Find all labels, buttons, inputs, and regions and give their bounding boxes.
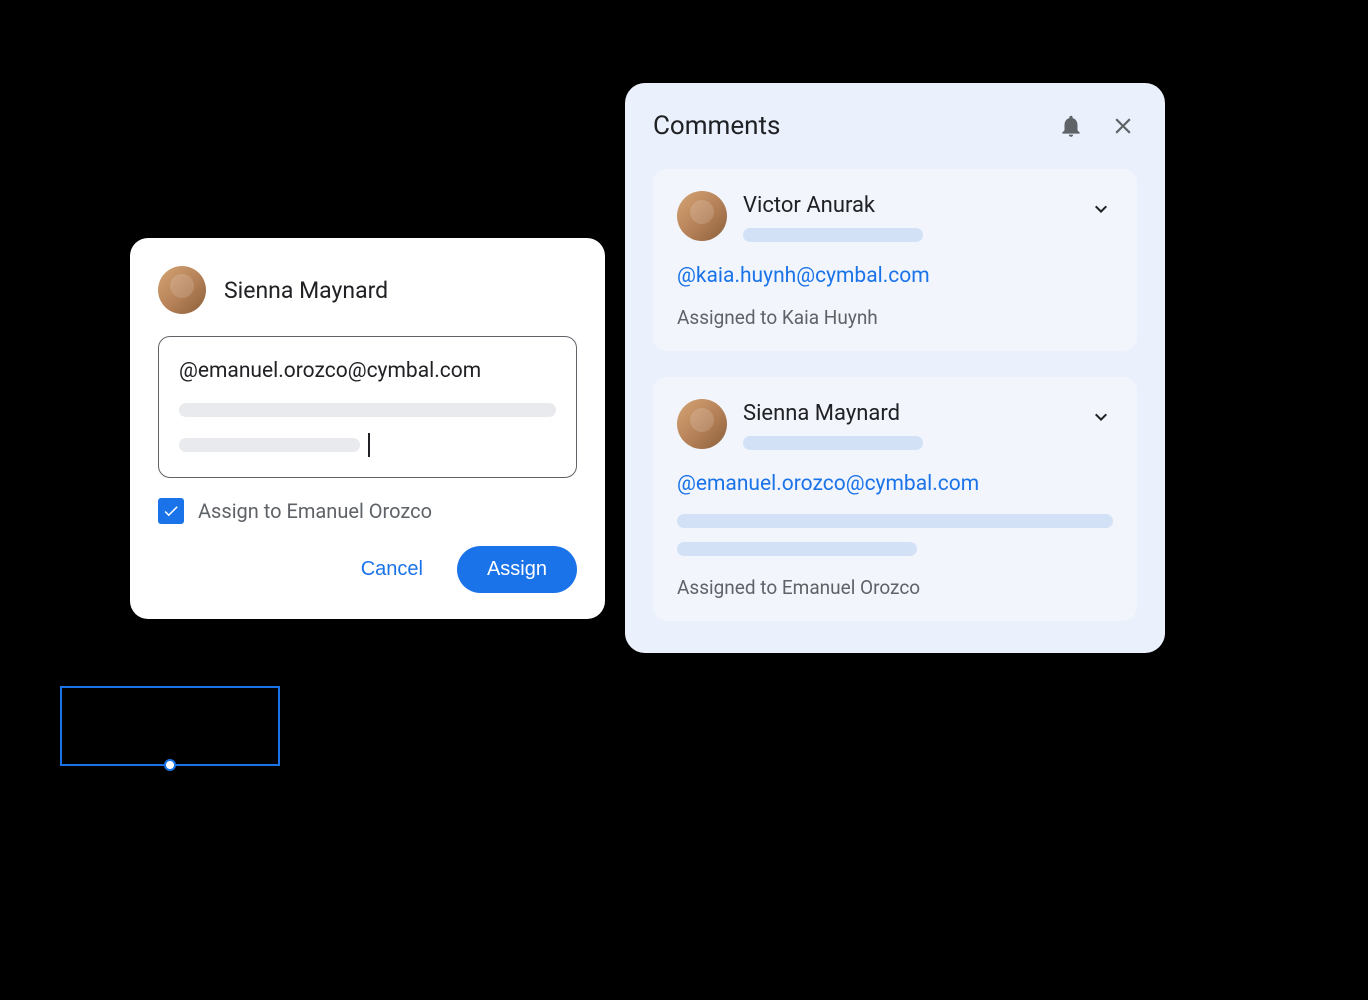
selection-rectangle xyxy=(60,686,280,766)
placeholder-line xyxy=(179,403,556,417)
placeholder-line xyxy=(743,436,923,450)
expand-button[interactable] xyxy=(1089,405,1113,429)
comment-author-name: Sienna Maynard xyxy=(743,401,1073,426)
placeholder-line xyxy=(677,514,1113,528)
assign-button[interactable]: Assign xyxy=(457,546,577,593)
compose-comment-card: Sienna Maynard @emanuel.orozco@cymbal.co… xyxy=(130,238,605,619)
comment-meta: Victor Anurak xyxy=(743,191,1073,242)
comment-card[interactable]: Sienna Maynard @emanuel.orozco@cymbal.co… xyxy=(653,377,1137,621)
avatar xyxy=(158,266,206,314)
check-icon xyxy=(162,502,180,520)
comment-header: Victor Anurak xyxy=(677,191,1113,242)
placeholder-line xyxy=(179,438,360,452)
comment-input[interactable]: @emanuel.orozco@cymbal.com xyxy=(158,336,577,478)
placeholder-line xyxy=(677,542,917,556)
mention-text: @emanuel.orozco@cymbal.com xyxy=(179,359,556,383)
compose-author-name: Sienna Maynard xyxy=(224,277,388,304)
assign-checkbox-label: Assign to Emanuel Orozco xyxy=(198,499,432,523)
chevron-down-icon xyxy=(1089,405,1113,429)
placeholder-line xyxy=(743,228,923,242)
text-cursor xyxy=(368,433,370,457)
notifications-button[interactable] xyxy=(1057,112,1085,140)
assigned-to-text: Assigned to Emanuel Orozco xyxy=(677,576,1113,599)
assign-checkbox-row[interactable]: Assign to Emanuel Orozco xyxy=(158,498,577,524)
mention-link[interactable]: @kaia.huynh@cymbal.com xyxy=(677,264,1113,288)
avatar xyxy=(677,191,727,241)
assign-checkbox[interactable] xyxy=(158,498,184,524)
comment-header: Sienna Maynard xyxy=(677,399,1113,450)
avatar xyxy=(677,399,727,449)
button-row: Cancel Assign xyxy=(158,546,577,593)
close-button[interactable] xyxy=(1109,112,1137,140)
cancel-button[interactable]: Cancel xyxy=(349,550,435,589)
comment-author-name: Victor Anurak xyxy=(743,193,1073,218)
expand-button[interactable] xyxy=(1089,197,1113,221)
selection-handle[interactable] xyxy=(164,759,176,771)
comment-card[interactable]: Victor Anurak @kaia.huynh@cymbal.com Ass… xyxy=(653,169,1137,351)
assigned-to-text: Assigned to Kaia Huynh xyxy=(677,306,1113,329)
comments-title: Comments xyxy=(653,111,1033,141)
bell-icon xyxy=(1058,113,1084,139)
mention-link[interactable]: @emanuel.orozco@cymbal.com xyxy=(677,472,1113,496)
comment-meta: Sienna Maynard xyxy=(743,399,1073,450)
comments-panel: Comments Victor Anurak @kaia.huynh@cymba… xyxy=(625,83,1165,653)
close-icon xyxy=(1110,113,1136,139)
comments-header: Comments xyxy=(653,111,1137,141)
compose-header: Sienna Maynard xyxy=(158,266,577,314)
chevron-down-icon xyxy=(1089,197,1113,221)
